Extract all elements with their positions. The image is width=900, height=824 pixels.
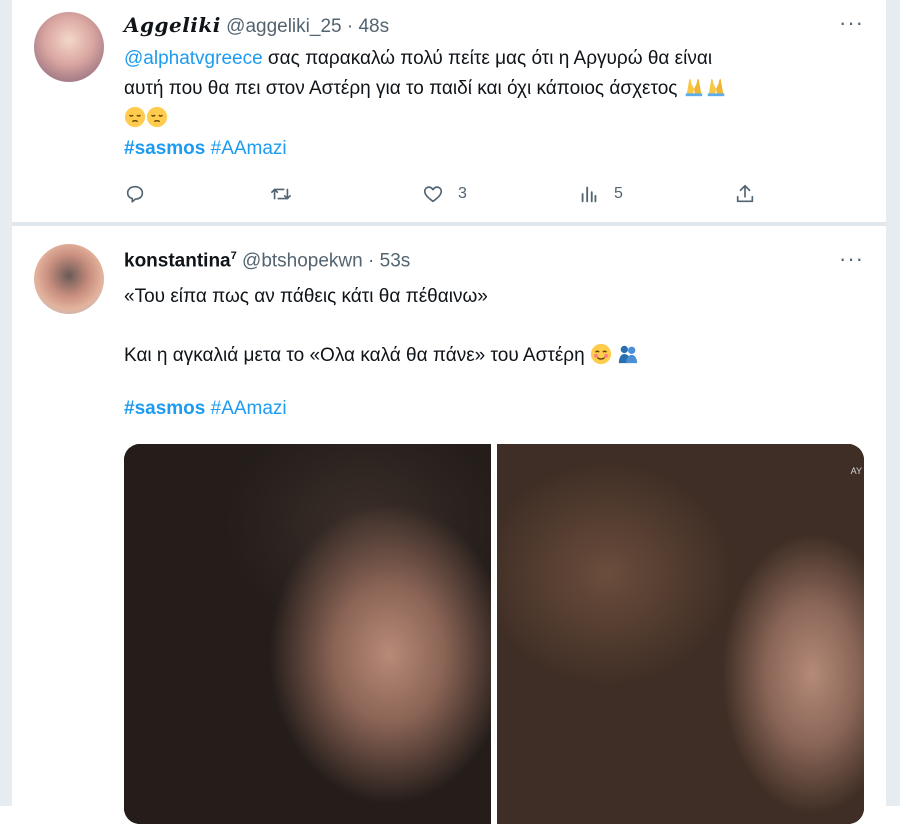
tweet-text-line2: Και η αγκαλιά μετα το «Ολα καλά θα πάνε»…	[124, 343, 639, 367]
page-frame-left	[0, 0, 12, 806]
hashtag-link[interactable]: #AAmazi	[211, 138, 287, 159]
mention-link[interactable]: @alphatvgreece	[124, 48, 263, 69]
avatar[interactable]	[34, 12, 104, 82]
folded-hands-emoji	[707, 78, 724, 97]
like-count: 3	[458, 185, 467, 202]
share-icon	[736, 184, 754, 203]
reply-button[interactable]	[124, 176, 160, 212]
more-options-button[interactable]: ···	[839, 248, 864, 270]
views-count: 5	[614, 185, 623, 202]
views-icon	[581, 186, 597, 203]
hashtag-link[interactable]: #AAmazi	[211, 398, 287, 419]
separator: ·	[368, 250, 375, 272]
user-handle[interactable]: @aggeliki_25	[226, 16, 341, 37]
avatar[interactable]	[34, 244, 104, 314]
pensive-face-emoji	[124, 106, 146, 128]
share-button[interactable]	[734, 176, 756, 212]
retweet-icon	[271, 188, 291, 200]
hashtag-link[interactable]: #sasmos	[124, 138, 205, 159]
action-bar: 3 5	[124, 176, 860, 212]
display-name[interactable]: Aggeliki	[124, 13, 221, 37]
like-icon	[423, 186, 443, 203]
user-handle[interactable]: @btshopekwn	[242, 250, 363, 271]
timestamp[interactable]: 53s	[380, 250, 411, 271]
tweet[interactable]: konstantina7 @btshopekwn · 53s ··· «Του …	[12, 226, 886, 824]
tweet-text: @alphatvgreece σας παρακαλώ πολύ πείτε μ…	[124, 44, 860, 164]
tweet[interactable]: Aggeliki @aggeliki_25 · 48s ··· @alphatv…	[12, 0, 886, 222]
separator: ·	[346, 16, 354, 37]
media-photo-right[interactable]: AY	[497, 444, 864, 824]
views-button[interactable]: 5	[578, 176, 623, 212]
like-button[interactable]: 3	[422, 176, 467, 212]
people-hugging-emoji	[619, 345, 638, 364]
smiling-face-emoji	[590, 343, 612, 365]
folded-hands-emoji	[685, 78, 702, 97]
tweet-header: Aggeliki @aggeliki_25 · 48s	[124, 13, 389, 38]
display-name[interactable]: konstantina	[124, 250, 231, 271]
tweet-text-line1: «Του είπα πως αν πάθεις κάτι θα πέθαινω»	[124, 286, 488, 307]
reply-icon	[126, 185, 144, 203]
hashtag-link[interactable]: #sasmos	[124, 398, 205, 419]
pensive-face-emoji	[146, 106, 168, 128]
media-photo-left[interactable]	[124, 444, 491, 824]
tweet-media[interactable]: AY	[124, 444, 864, 824]
more-options-button[interactable]: ···	[839, 12, 864, 34]
tweet-text-line1: σας παρακαλώ πολύ πείτε μας ότι η Αργυρώ…	[262, 48, 713, 69]
tweet-text-line2-text: Και η αγκαλιά μετα το «Ολα καλά θα πάνε»…	[124, 345, 585, 366]
timestamp[interactable]: 48s	[358, 16, 389, 37]
page-frame-right	[886, 0, 900, 806]
hashtags: #sasmos #AAmazi	[124, 398, 287, 420]
retweet-button[interactable]	[270, 176, 306, 212]
tweet-header: konstantina7 @btshopekwn · 53s	[124, 250, 410, 272]
media-watermark: AY	[850, 466, 862, 476]
tweet-text-line2: αυτή που θα πει στον Αστέρη για το παιδί…	[124, 78, 678, 99]
display-name-superscript: 7	[230, 250, 237, 262]
